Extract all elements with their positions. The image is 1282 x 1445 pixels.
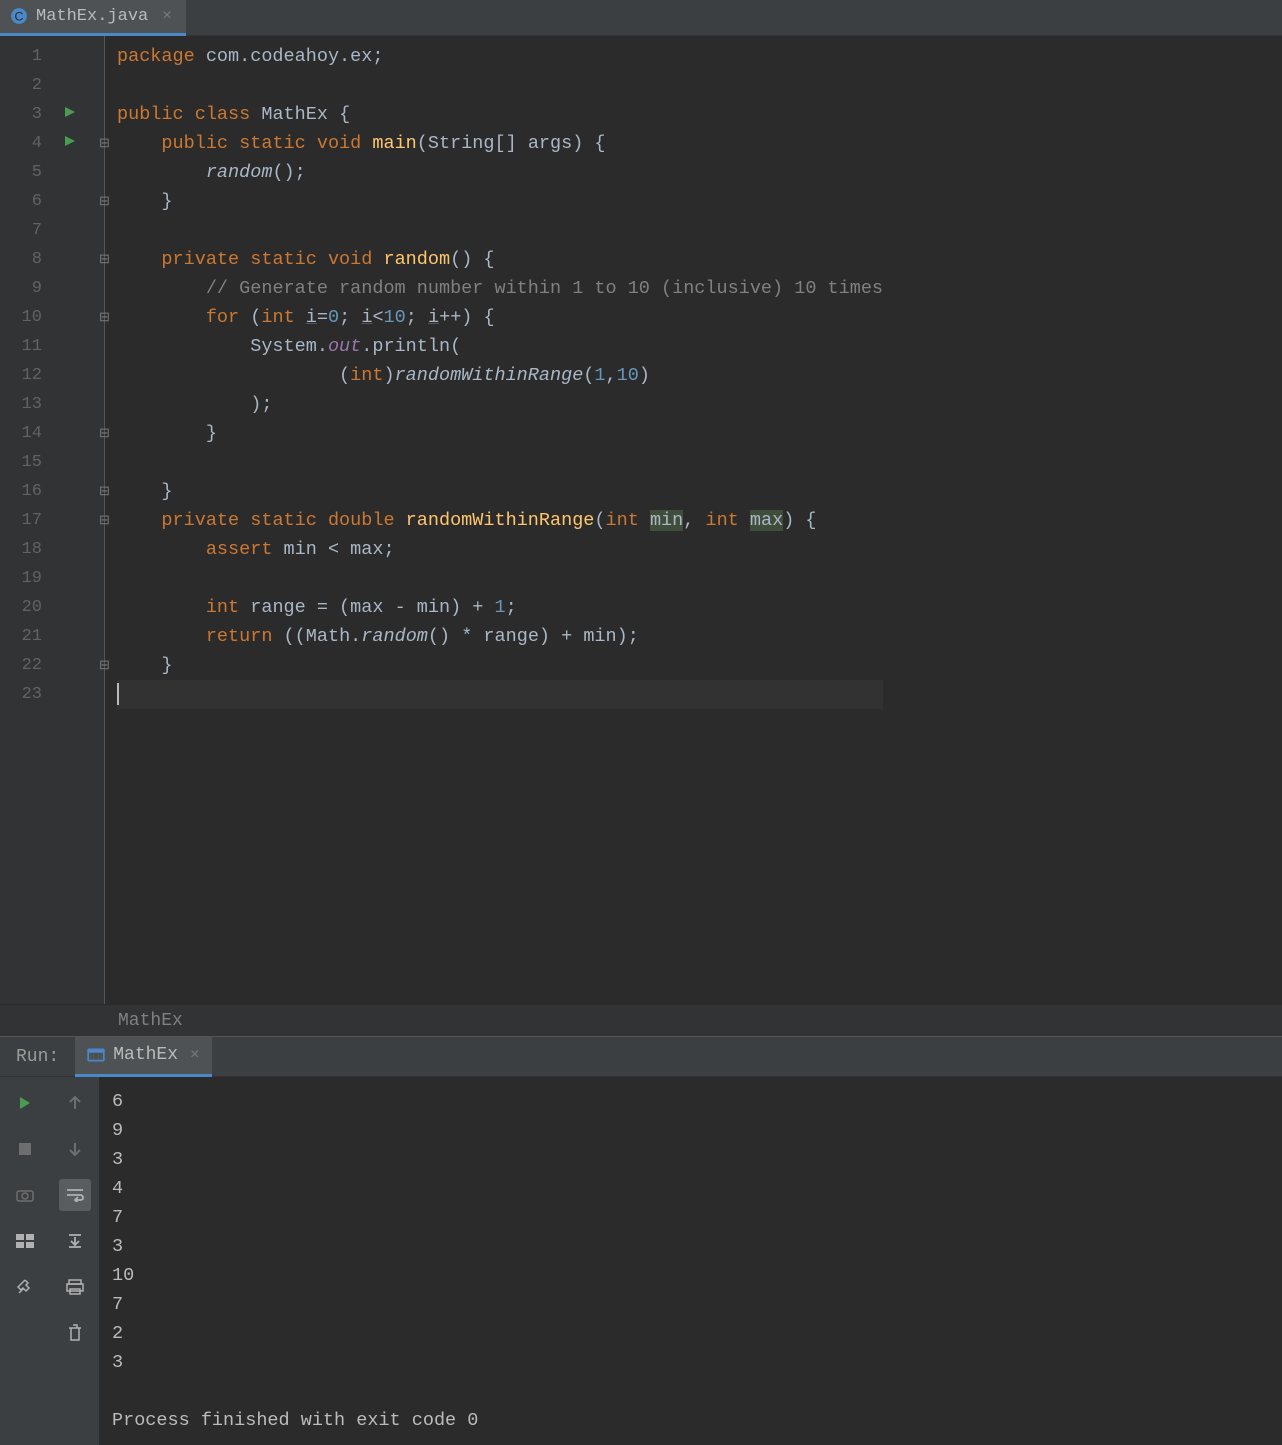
fold-icon[interactable]: ⊟ [98, 252, 111, 267]
code-line[interactable]: } [117, 187, 883, 216]
editor-tabs-bar: C MathEx.java × [0, 0, 1282, 36]
run-config-name: MathEx [113, 1045, 178, 1065]
fold-icon[interactable]: ⊟ [98, 426, 111, 441]
code-line[interactable]: public class MathEx { [117, 100, 883, 129]
stop-button[interactable] [9, 1133, 41, 1165]
gutter-line[interactable]: 16⊟ [0, 477, 104, 506]
gutter-line[interactable]: 19 [0, 564, 104, 593]
print-button[interactable] [59, 1271, 91, 1303]
rerun-button[interactable] [9, 1087, 41, 1119]
code-line[interactable]: private static void random() { [117, 245, 883, 274]
code-line[interactable] [117, 680, 883, 709]
pin-button[interactable] [9, 1271, 41, 1303]
up-stack-icon[interactable] [59, 1087, 91, 1119]
gutter-line[interactable]: 10⊟ [0, 303, 104, 332]
console-output[interactable]: 6 9 3 4 7 3 10 7 2 3 Process finished wi… [100, 1077, 1282, 1445]
code-line[interactable] [117, 564, 883, 593]
scroll-to-end-button[interactable] [59, 1225, 91, 1257]
dump-threads-button[interactable] [9, 1179, 41, 1211]
code-line[interactable]: for (int i=0; i<10; i++) { [117, 303, 883, 332]
gutter-line[interactable]: 15 [0, 448, 104, 477]
gutter-line[interactable]: 18 [0, 535, 104, 564]
fold-icon[interactable]: ⊟ [98, 658, 111, 673]
clear-all-button[interactable] [59, 1317, 91, 1349]
gutter-line[interactable]: 9 [0, 274, 104, 303]
breadcrumb-item[interactable]: MathEx [118, 1011, 183, 1031]
code-line[interactable]: (int)randomWithinRange(1,10) [117, 361, 883, 390]
code-line[interactable]: // Generate random number within 1 to 10… [117, 274, 883, 303]
java-class-icon: C [10, 7, 28, 25]
close-icon[interactable]: × [162, 7, 172, 25]
run-header: Run: MathEx × [0, 1037, 1282, 1077]
code-line[interactable] [117, 71, 883, 100]
code-line[interactable] [117, 448, 883, 477]
gutter-line[interactable]: 17⊟ [0, 506, 104, 535]
layout-button[interactable] [9, 1225, 41, 1257]
run-toolbar-primary [0, 1077, 50, 1445]
gutter-line[interactable]: 11 [0, 332, 104, 361]
close-icon[interactable]: × [190, 1046, 200, 1064]
code-line[interactable]: random(); [117, 158, 883, 187]
code-line[interactable]: public static void main(String[] args) { [117, 129, 883, 158]
code-line[interactable]: } [117, 419, 883, 448]
fold-icon[interactable]: ⊟ [98, 194, 111, 209]
svg-text:C: C [15, 10, 24, 24]
code-line[interactable]: assert min < max; [117, 535, 883, 564]
code-editor[interactable]: 1234⊟56⊟78⊟910⊟11121314⊟1516⊟17⊟18192021… [0, 36, 1282, 1004]
gutter-line[interactable]: 23 [0, 680, 104, 709]
run-body: 6 9 3 4 7 3 10 7 2 3 Process finished wi… [0, 1077, 1282, 1445]
gutter[interactable]: 1234⊟56⊟78⊟910⊟11121314⊟1516⊟17⊟18192021… [0, 36, 105, 1004]
fold-icon[interactable]: ⊟ [98, 513, 111, 528]
gutter-line[interactable]: 5 [0, 158, 104, 187]
gutter-line[interactable]: 1 [0, 42, 104, 71]
editor-area: 1234⊟56⊟78⊟910⊟11121314⊟1516⊟17⊟18192021… [0, 36, 1282, 1036]
application-icon [87, 1046, 105, 1064]
fold-icon[interactable]: ⊟ [98, 310, 111, 325]
code-line[interactable]: return ((Math.random() * range) + min); [117, 622, 883, 651]
gutter-line[interactable]: 7 [0, 216, 104, 245]
breadcrumb[interactable]: MathEx [0, 1004, 1282, 1036]
run-line-icon[interactable] [64, 105, 76, 124]
file-tab[interactable]: C MathEx.java × [0, 0, 186, 36]
code-line[interactable]: private static double randomWithinRange(… [117, 506, 883, 535]
gutter-line[interactable]: 20 [0, 593, 104, 622]
code-line[interactable]: } [117, 477, 883, 506]
gutter-line[interactable]: 13 [0, 390, 104, 419]
code-line[interactable]: System.out.println( [117, 332, 883, 361]
gutter-line[interactable]: 4⊟ [0, 129, 104, 158]
gutter-line[interactable]: 2 [0, 71, 104, 100]
gutter-line[interactable]: 8⊟ [0, 245, 104, 274]
file-tab-label: MathEx.java [36, 7, 148, 26]
code-line[interactable]: } [117, 651, 883, 680]
soft-wrap-button[interactable] [59, 1179, 91, 1211]
code-line[interactable]: int range = (max - min) + 1; [117, 593, 883, 622]
gutter-line[interactable]: 12 [0, 361, 104, 390]
code-content[interactable]: package com.codeahoy.ex; public class Mat… [105, 36, 883, 1004]
run-config-tab[interactable]: MathEx × [75, 1037, 211, 1077]
gutter-line[interactable]: 14⊟ [0, 419, 104, 448]
gutter-line[interactable]: 6⊟ [0, 187, 104, 216]
fold-icon[interactable]: ⊟ [98, 484, 111, 499]
gutter-line[interactable]: 21 [0, 622, 104, 651]
code-line[interactable] [117, 216, 883, 245]
run-toolbar-secondary [50, 1077, 100, 1445]
code-line[interactable]: ); [117, 390, 883, 419]
code-line[interactable]: package com.codeahoy.ex; [117, 42, 883, 71]
run-tool-window: Run: MathEx × 6 9 3 4 7 3 10 7 2 3 Proce… [0, 1036, 1282, 1436]
fold-icon[interactable]: ⊟ [98, 136, 111, 151]
run-line-icon[interactable] [64, 134, 76, 153]
down-stack-icon[interactable] [59, 1133, 91, 1165]
gutter-line[interactable]: 3 [0, 100, 104, 129]
gutter-line[interactable]: 22⊟ [0, 651, 104, 680]
run-header-label: Run: [0, 1047, 75, 1067]
